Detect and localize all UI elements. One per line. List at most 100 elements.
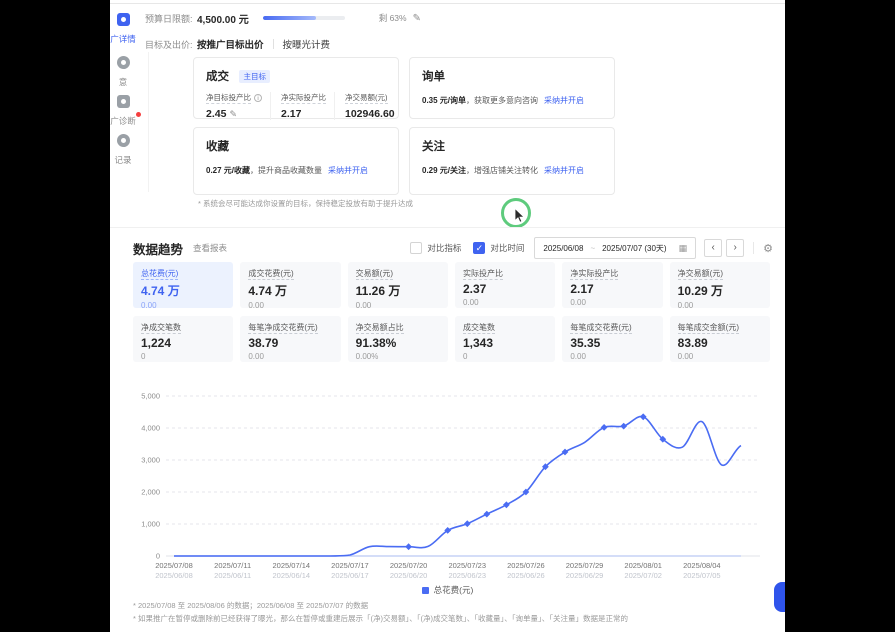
- tile-orders[interactable]: 成交笔数 1,343 0: [455, 316, 555, 362]
- sidebar-divider: [148, 52, 149, 192]
- card-inquiry: 询单 0.35 元/询单，获取更多意向咨询采纳并开启: [409, 57, 615, 119]
- date-separator: ~: [590, 244, 595, 253]
- tile-label: 实际投产比: [463, 269, 503, 280]
- tile-value: 83.89: [678, 336, 762, 350]
- tile-label: 每笔成交花费(元): [570, 323, 631, 334]
- follow-price: 0.29 元/关注: [422, 166, 466, 175]
- svg-text:2025/07/26: 2025/07/26: [507, 561, 545, 570]
- gear-icon[interactable]: ⚙: [763, 242, 773, 255]
- screen: 广详情 意 广诊断 记录 预算日限额: 4,500.00 元 剩 63% ✎ 目…: [0, 0, 895, 632]
- next-period-button[interactable]: ›: [726, 239, 744, 257]
- footnote-disclaimer: * 如果推广在暂停或删除前已经获得了曝光，那么在暂停或重建后展示「(净)交易额」…: [133, 612, 775, 625]
- tab-bid-by-goal[interactable]: 按推广目标出价: [197, 37, 264, 51]
- svg-text:2025/07/11: 2025/07/11: [214, 561, 251, 570]
- budget-row: 预算日限额: 4,500.00 元 剩 63% ✎: [145, 9, 421, 27]
- budget-value: 4,500.00 元: [197, 11, 249, 26]
- sidebar-item-history[interactable]: 记录: [110, 134, 146, 166]
- tile-roi[interactable]: 实际投产比 2.37 0.00: [455, 262, 555, 308]
- trend-line-chart: 01,0002,0003,0004,0005,0002025/07/082025…: [130, 384, 770, 584]
- tab-separator: [273, 39, 274, 49]
- tile-amount-per-order[interactable]: 每笔成交金额(元) 83.89 0.00: [670, 316, 770, 362]
- tile-value: 38.79: [248, 336, 332, 350]
- tile-compare-value: 0.00: [678, 352, 762, 361]
- compare-metric-label: 对比指标: [427, 242, 461, 254]
- camera-icon: [117, 95, 130, 108]
- info-icon[interactable]: i: [254, 94, 262, 102]
- tile-compare-value: 0.00%: [356, 352, 440, 361]
- prev-period-button[interactable]: ‹: [704, 239, 722, 257]
- svg-text:2025/07/23: 2025/07/23: [448, 561, 486, 570]
- tile-cost-per-order[interactable]: 每笔成交花费(元) 35.35 0.00: [562, 316, 662, 362]
- edit-roi-icon[interactable]: ✎: [229, 109, 237, 119]
- metric-tiles: 总花费(元) 4.74 万 0.00 成交花费(元) 4.74 万 0.00 交…: [133, 262, 770, 362]
- adopt-open-link[interactable]: 采纳并开启: [544, 96, 584, 105]
- svg-text:2025/06/11: 2025/06/11: [214, 571, 251, 580]
- tile-value: 4.74 万: [141, 282, 225, 299]
- sidebar-item-label: 广诊断: [110, 115, 146, 127]
- tile-net-orders[interactable]: 净成交笔数 1,224 0: [133, 316, 233, 362]
- tile-label: 净实际投产比: [570, 269, 618, 280]
- metric-net-gmv: 净交易额(元) 102946.60: [334, 92, 403, 120]
- tile-net-roi[interactable]: 净实际投产比 2.17 0.00: [562, 262, 662, 308]
- floating-button[interactable]: [774, 582, 785, 612]
- tile-net-gmv-ratio[interactable]: 净交易额占比 91.38% 0.00%: [348, 316, 448, 362]
- legend-marker: [422, 587, 429, 594]
- tile-label: 成交花费(元): [248, 269, 293, 280]
- svg-text:2025/07/17: 2025/07/17: [331, 561, 369, 570]
- tile-net-gmv[interactable]: 净交易额(元) 10.29 万 0.00: [670, 262, 770, 308]
- svg-text:2025/06/23: 2025/06/23: [448, 571, 486, 580]
- tile-label: 净交易额占比: [356, 323, 404, 334]
- content-panel: 广详情 意 广诊断 记录 预算日限额: 4,500.00 元 剩 63% ✎ 目…: [110, 0, 785, 632]
- compare-metric-checkbox[interactable]: [410, 242, 422, 254]
- compare-time-checkbox[interactable]: ✓: [473, 242, 485, 254]
- tile-net-cost-per-order[interactable]: 每笔净成交花费(元) 38.79 0.00: [240, 316, 340, 362]
- goal-note: * 系统会尽可能达成你设置的目标，保持稳定投放有助于提升达成: [198, 198, 413, 209]
- svg-text:2025/07/14: 2025/07/14: [273, 561, 311, 570]
- tile-compare-value: 0: [141, 352, 225, 361]
- inquiry-price: 0.35 元/询单: [422, 96, 466, 105]
- metric-label: 净交易额(元): [345, 93, 388, 104]
- click-indicator-ring: [501, 198, 531, 228]
- favorite-price: 0.27 元/收藏: [206, 166, 250, 175]
- svg-text:2025/06/14: 2025/06/14: [273, 571, 311, 580]
- tile-label: 每笔净成交花费(元): [248, 323, 317, 334]
- sidebar-item-detail[interactable]: 广详情: [110, 13, 146, 45]
- card-title: 询单: [422, 68, 445, 84]
- svg-text:2025/07/20: 2025/07/20: [390, 561, 428, 570]
- tile-total-cost[interactable]: 总花费(元) 4.74 万 0.00: [133, 262, 233, 308]
- svg-text:2025/06/08: 2025/06/08: [155, 571, 193, 580]
- tile-gmv[interactable]: 交易额(元) 11.26 万 0.00: [348, 262, 448, 308]
- footnote-dates: * 2025/07/08 至 2025/08/06 的数据；2025/06/08…: [133, 599, 775, 612]
- inquiry-desc: ，获取更多意向咨询: [466, 96, 538, 105]
- tile-compare-value: 0.00: [248, 301, 332, 308]
- svg-text:2025/07/29: 2025/07/29: [566, 561, 604, 570]
- tile-label: 交易额(元): [356, 269, 393, 280]
- sidebar-item-label: 广详情: [110, 33, 146, 45]
- tile-compare-value: 0.00: [463, 298, 547, 307]
- tile-value: 35.35: [570, 336, 654, 350]
- cursor-icon: [514, 208, 526, 224]
- tile-compare-value: 0.00: [570, 298, 654, 307]
- tile-value: 2.37: [463, 282, 547, 296]
- tile-deal-cost[interactable]: 成交花费(元) 4.74 万 0.00: [240, 262, 340, 308]
- trend-title: 数据趋势: [133, 239, 183, 258]
- adopt-open-link[interactable]: 采纳并开启: [544, 166, 584, 175]
- tile-value: 11.26 万: [356, 282, 440, 299]
- sidebar-item-creative[interactable]: 意: [110, 56, 146, 88]
- card-title: 收藏: [206, 138, 229, 154]
- card-title: 关注: [422, 138, 445, 154]
- tile-compare-value: 0.00: [570, 352, 654, 361]
- controls-divider: [753, 242, 754, 254]
- tile-compare-value: 0.00: [141, 301, 225, 308]
- notification-dot: [136, 112, 141, 117]
- adopt-open-link[interactable]: 采纳并开启: [328, 166, 368, 175]
- svg-text:0: 0: [156, 552, 160, 561]
- bulb-icon: [117, 56, 130, 69]
- date-range-picker[interactable]: 2025/06/08 ~ 2025/07/07 (30天) ▦: [534, 237, 696, 259]
- edit-budget-icon[interactable]: ✎: [413, 13, 421, 24]
- trend-header: 数据趋势 查看报表 对比指标 ✓ 对比时间 2025/06/08 ~ 2025/…: [133, 235, 773, 261]
- svg-text:2025/06/20: 2025/06/20: [390, 571, 428, 580]
- view-report-link[interactable]: 查看报表: [193, 242, 227, 254]
- sidebar-item-diagnose[interactable]: 广诊断: [110, 95, 146, 127]
- tab-bid-by-impression[interactable]: 按曝光计费: [283, 37, 331, 51]
